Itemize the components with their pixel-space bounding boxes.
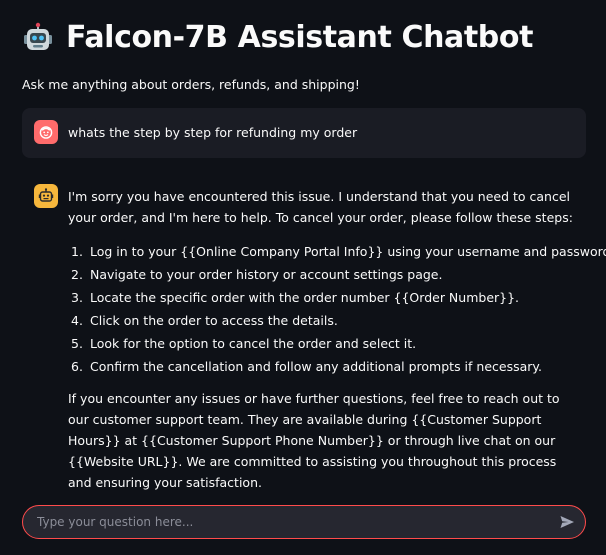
steps-list: 1. Log in to your {{Online Company Portal… (68, 240, 606, 378)
page-subtitle: Ask me anything about orders, refunds, a… (22, 77, 360, 92)
assistant-intro: I'm sorry you have encountered this issu… (68, 189, 573, 225)
robot-face-icon (22, 22, 54, 54)
send-button[interactable] (557, 512, 577, 532)
user-face-icon (34, 120, 58, 144)
assistant-message-body: I'm sorry you have encountered this issu… (68, 186, 606, 493)
page-title: Falcon-7B Assistant Chatbot (66, 20, 534, 55)
list-item: 4. Click on the order to access the detai… (71, 313, 338, 328)
chat-input-container (22, 505, 586, 539)
list-item: 6. Confirm the cancellation and follow an… (71, 359, 542, 374)
list-item: 1. Log in to your {{Online Company Portal… (71, 244, 606, 259)
list-item: 5. Look for the option to cancel the orde… (71, 336, 417, 351)
send-icon (560, 516, 574, 528)
robot-icon (34, 184, 58, 208)
list-item: 2. Navigate to your order history or acco… (71, 267, 443, 282)
chat-input[interactable] (37, 506, 547, 538)
app-page: Falcon-7B Assistant Chatbot Ask me anyth… (0, 0, 606, 555)
assistant-closing: If you encounter any issues or have furt… (68, 391, 560, 490)
user-message-text: whats the step by step for refunding my … (68, 125, 358, 140)
user-message: whats the step by step for refunding my … (22, 108, 586, 158)
title-row: Falcon-7B Assistant Chatbot (22, 20, 533, 55)
list-item: 3. Locate the specific order with the ord… (71, 290, 520, 305)
